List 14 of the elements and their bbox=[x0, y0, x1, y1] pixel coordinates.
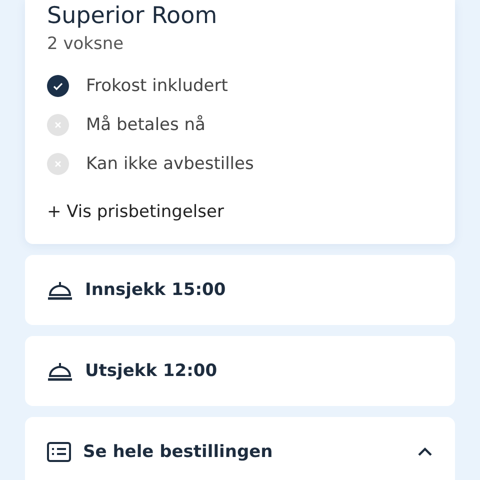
room-title: Superior Room bbox=[47, 2, 218, 31]
row-label: Se hele bestillingen bbox=[83, 442, 274, 462]
price-terms-link[interactable]: + Vis prisbetingelser bbox=[47, 202, 224, 222]
row-label: Utsjekk 12:00 bbox=[85, 361, 218, 381]
feature-label: Må betales nå bbox=[86, 114, 206, 137]
row-label: Innsjekk 15:00 bbox=[85, 280, 227, 300]
guest-count: 2 voksne bbox=[47, 34, 125, 54]
list-icon bbox=[47, 442, 71, 462]
feature-label: Kan ikke avbestilles bbox=[86, 153, 254, 176]
chevron-icon[interactable] bbox=[417, 447, 433, 457]
bell-icon bbox=[47, 279, 73, 301]
info-row[interactable]: Se hele bestillingen bbox=[25, 417, 455, 480]
feature-label: Frokost inkludert bbox=[86, 75, 228, 98]
bell-icon bbox=[47, 360, 73, 382]
